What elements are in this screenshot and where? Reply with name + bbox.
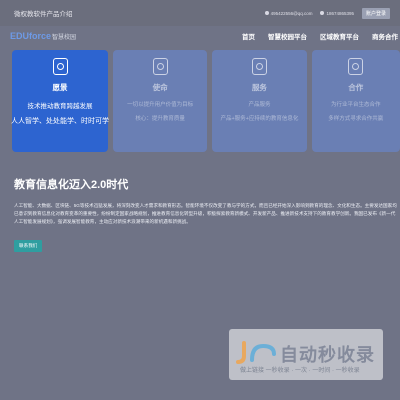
login-button[interactable]: 账户登录 (361, 7, 390, 19)
card-line: 产品+服务+应持续的教育信息化 (220, 116, 299, 122)
card-title: 服务 (251, 83, 267, 92)
card-line: 为行业平台生态合作 (331, 102, 381, 108)
card-line: 技术推动教育跨越发展 (27, 103, 93, 110)
section-body: 人工智能、大数据、区块链、5G等技术迅猛发展，将深刻改变人才需求和教育形态。智能… (14, 203, 397, 225)
watermark-logo-icon (236, 341, 276, 364)
contact-us-button[interactable]: 联系我们 (14, 240, 43, 252)
logo-brand: EDUforce (10, 31, 52, 41)
card-vision[interactable]: 愿景 技术推动教育跨越发展 人人智学、处处能学、时时可学 (11, 50, 109, 152)
email-text: 495422556@qq.com (270, 10, 313, 16)
feature-cards: 愿景 技术推动教育跨越发展 人人智学、处处能学、时时可学 使命 一切以提升用户价… (11, 50, 400, 152)
logo-subtitle: 智慧校园 (52, 35, 77, 41)
phone-contact[interactable]: 18674865395 (320, 11, 354, 16)
card-line: 一切以提升用户价值为目标 (127, 102, 194, 108)
vision-icon (52, 58, 68, 75)
nav-item-cooperation[interactable]: 商务合作 (372, 31, 398, 41)
service-icon (251, 58, 267, 75)
cooperation-icon (348, 58, 364, 75)
card-line: 核心：提升教育质量 (135, 116, 185, 122)
nav-item-regional[interactable]: 区域教育平台 (320, 31, 359, 41)
watermark-subtext: 做上链接 一秒收录 · 一次 · 一时间 · 一秒收录 (240, 368, 360, 374)
top-bar: 微权教软件产品介绍 495422556@qq.com 18674865395 账… (0, 0, 400, 26)
main-nav: EDUforce 智慧校园 首页 智慧校园平台 区域教育平台 商务合作 (0, 26, 400, 46)
contact-info: 495422556@qq.com 18674865395 账户登录 (264, 7, 390, 19)
phone-icon (320, 11, 325, 15)
card-line: 多样方式寻求合作共赢 (328, 116, 384, 122)
nav-item-home[interactable]: 首页 (242, 31, 255, 41)
card-title: 合作 (348, 83, 364, 92)
watermark-text: 自动秒收录 (280, 345, 375, 365)
email-contact[interactable]: 495422556@qq.com (264, 10, 313, 16)
card-service[interactable]: 服务 产品服务 产品+服务+应持续的教育信息化 (212, 50, 307, 152)
card-title: 愿景 (52, 83, 68, 92)
card-cooperation[interactable]: 合作 为行业平台生态合作 多样方式寻求合作共赢 (311, 50, 400, 152)
nav-item-smart-campus[interactable]: 智慧校园平台 (268, 31, 307, 41)
card-title: 使命 (152, 83, 168, 92)
phone-text: 18674865395 (326, 10, 354, 16)
site-logo[interactable]: EDUforce 智慧校园 (10, 31, 76, 41)
site-intro: 微权教软件产品介绍 (14, 11, 73, 18)
mail-icon (264, 11, 269, 15)
nav-menu: 首页 智慧校园平台 区域教育平台 商务合作 (242, 31, 400, 41)
section-headline: 教育信息化迈入2.0时代 (14, 179, 129, 191)
card-line: 人人智学、处处能学、时时可学 (11, 118, 109, 125)
card-line: 产品服务 (248, 102, 271, 108)
mission-icon (152, 58, 168, 75)
card-mission[interactable]: 使命 一切以提升用户价值为目标 核心：提升教育质量 (113, 50, 208, 152)
